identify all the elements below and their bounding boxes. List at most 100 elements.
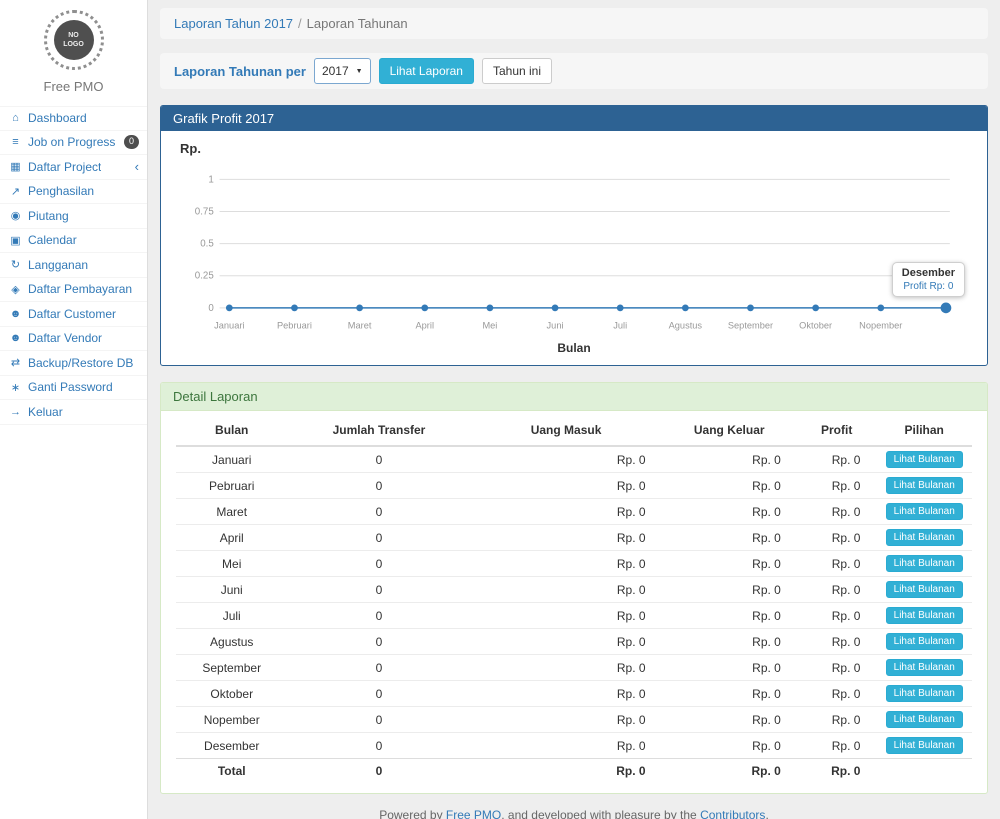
data-point[interactable] — [552, 304, 559, 311]
table-cell: Oktober — [176, 681, 287, 707]
sidebar-item-daftar-pembayaran[interactable]: ◈Daftar Pembayaran — [0, 278, 147, 303]
sidebar-item-piutang[interactable]: ◉Piutang — [0, 204, 147, 229]
app-logo: NO LOGO — [44, 10, 104, 70]
table-cell: 0 — [287, 707, 470, 733]
detail-panel-title: Detail Laporan — [161, 383, 987, 411]
x-tick-label: Januari — [214, 320, 244, 330]
sidebar-item-keluar[interactable]: →Keluar — [0, 400, 147, 425]
data-point[interactable] — [941, 303, 952, 314]
lihat-bulanan-button[interactable]: Lihat Bulanan — [886, 659, 963, 676]
sidebar-item-label: Daftar Vendor — [28, 331, 102, 345]
data-point[interactable] — [487, 304, 494, 311]
sidebar-item-label: Piutang — [28, 209, 69, 223]
table-cell: Rp. 0 — [471, 577, 662, 603]
table-cell: Rp. 0 — [471, 707, 662, 733]
table-cell: Juli — [176, 603, 287, 629]
sidebar-item-dashboard[interactable]: ⌂Dashboard — [0, 106, 147, 131]
sidebar-item-daftar-vendor[interactable]: ☻Daftar Vendor — [0, 327, 147, 352]
tooltip-value: Profit Rp: 0 — [902, 281, 955, 292]
lihat-bulanan-button[interactable]: Lihat Bulanan — [886, 633, 963, 650]
breadcrumb: Laporan Tahun 2017/Laporan Tahunan — [160, 8, 988, 39]
lihat-bulanan-button[interactable]: Lihat Bulanan — [886, 711, 963, 728]
lihat-bulanan-button[interactable]: Lihat Bulanan — [886, 555, 963, 572]
x-axis-label: Bulan — [176, 341, 972, 361]
table-row: Januari0Rp. 0Rp. 0Rp. 0Lihat Bulanan — [176, 446, 972, 473]
profit-chart-svg[interactable]: 00.250.50.751JanuariPebruariMaretAprilMe… — [176, 156, 972, 341]
data-point[interactable] — [356, 304, 363, 311]
sidebar-item-calendar[interactable]: ▣Calendar — [0, 229, 147, 254]
table-cell: Rp. 0 — [797, 473, 877, 499]
table-cell: Rp. 0 — [471, 551, 662, 577]
logo-area: NO LOGO Free PMO — [0, 0, 147, 100]
tahun-ini-button[interactable]: Tahun ini — [482, 58, 552, 84]
lihat-bulanan-button[interactable]: Lihat Bulanan — [886, 737, 963, 754]
col-header-jumlah-transfer: Jumlah Transfer — [287, 415, 470, 446]
sidebar-item-ganti-password[interactable]: ∗Ganti Password — [0, 376, 147, 401]
lihat-bulanan-button[interactable]: Lihat Bulanan — [886, 451, 963, 468]
sidebar-item-langganan[interactable]: ↻Langganan — [0, 253, 147, 278]
table-cell: 0 — [287, 681, 470, 707]
lihat-laporan-button[interactable]: Lihat Laporan — [379, 58, 474, 84]
lihat-bulanan-button[interactable]: Lihat Bulanan — [886, 503, 963, 520]
lihat-bulanan-button[interactable]: Lihat Bulanan — [886, 477, 963, 494]
data-point[interactable] — [747, 304, 754, 311]
sidebar-item-backup-restore-db[interactable]: ⇄Backup/Restore DB — [0, 351, 147, 376]
year-select[interactable]: 2017 ▼ — [314, 58, 371, 84]
table-cell: Rp. 0 — [797, 629, 877, 655]
table-cell: Rp. 0 — [471, 603, 662, 629]
detail-report-panel: Detail Laporan Bulan Jumlah Transfer Uan… — [160, 382, 988, 794]
col-header-bulan: Bulan — [176, 415, 287, 446]
footer-contributors-link[interactable]: Contributors — [700, 808, 765, 819]
breadcrumb-current: Laporan Tahunan — [307, 16, 408, 31]
table-cell: Maret — [176, 499, 287, 525]
data-point[interactable] — [617, 304, 624, 311]
data-point[interactable] — [421, 304, 428, 311]
subscription-icon: ↻ — [8, 258, 23, 271]
table-cell-action: Lihat Bulanan — [876, 551, 972, 577]
lihat-bulanan-button[interactable]: Lihat Bulanan — [886, 607, 963, 624]
table-cell: Juni — [176, 577, 287, 603]
app-window: NO LOGO Free PMO ⌂Dashboard≡Job on Progr… — [0, 0, 1000, 819]
table-cell: Rp. 0 — [471, 499, 662, 525]
detail-panel-body: Bulan Jumlah Transfer Uang Masuk Uang Ke… — [161, 411, 987, 793]
data-point[interactable] — [812, 304, 819, 311]
footer-text-2: , and developed with pleasure by the — [501, 808, 700, 819]
data-point[interactable] — [226, 304, 233, 311]
table-cell: Rp. 0 — [662, 759, 797, 783]
table-cell: Rp. 0 — [662, 603, 797, 629]
sidebar-item-penghasilan[interactable]: ↗Penghasilan — [0, 180, 147, 205]
table-cell-action: Lihat Bulanan — [876, 499, 972, 525]
footer-text-3: . — [765, 808, 768, 819]
sidebar-item-label: Dashboard — [28, 111, 87, 125]
table-cell: Mei — [176, 551, 287, 577]
table-cell: Rp. 0 — [797, 525, 877, 551]
data-point[interactable] — [682, 304, 689, 311]
table-cell: Rp. 0 — [662, 551, 797, 577]
data-point[interactable] — [291, 304, 298, 311]
table-cell-action: Lihat Bulanan — [876, 446, 972, 473]
brand-name: Free PMO — [0, 79, 147, 94]
table-cell: 0 — [287, 733, 470, 759]
data-point[interactable] — [877, 304, 884, 311]
logout-icon: → — [8, 406, 23, 418]
lihat-bulanan-button[interactable]: Lihat Bulanan — [886, 581, 963, 598]
report-table: Bulan Jumlah Transfer Uang Masuk Uang Ke… — [176, 415, 972, 783]
table-cell: Rp. 0 — [662, 577, 797, 603]
breadcrumb-link[interactable]: Laporan Tahun 2017 — [174, 16, 293, 31]
year-select-value: 2017 — [322, 64, 349, 78]
sidebar-menu: ⌂Dashboard≡Job on Progress0▦Daftar Proje… — [0, 106, 147, 425]
lihat-bulanan-button[interactable]: Lihat Bulanan — [886, 685, 963, 702]
table-cell: Rp. 0 — [797, 759, 877, 783]
footer-freepmo-link[interactable]: Free PMO — [446, 808, 501, 819]
y-tick-label: 0.5 — [200, 239, 214, 250]
sidebar-item-label: Daftar Pembayaran — [28, 282, 132, 296]
sidebar-item-daftar-project[interactable]: ▦Daftar Project‹ — [0, 155, 147, 180]
table-cell: 0 — [287, 759, 470, 783]
sidebar-item-daftar-customer[interactable]: ☻Daftar Customer — [0, 302, 147, 327]
sidebar-item-label: Job on Progress — [28, 135, 115, 149]
table-cell: 0 — [287, 603, 470, 629]
lihat-bulanan-button[interactable]: Lihat Bulanan — [886, 529, 963, 546]
sidebar-item-job-on-progress[interactable]: ≡Job on Progress0 — [0, 131, 147, 156]
chevron-left-icon: ‹ — [135, 160, 139, 173]
table-cell: Rp. 0 — [471, 655, 662, 681]
